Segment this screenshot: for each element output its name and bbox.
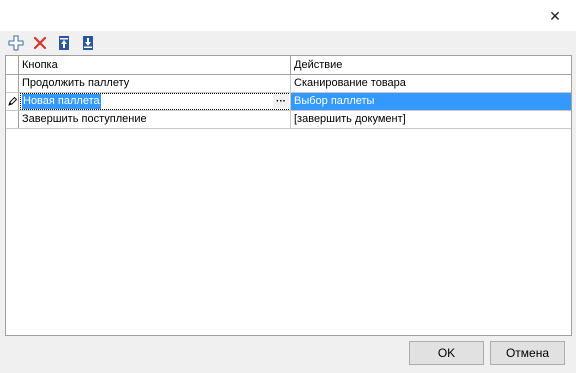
toolbar — [6, 33, 566, 53]
add-button[interactable] — [6, 33, 26, 53]
move-down-button[interactable] — [78, 33, 98, 53]
add-icon — [8, 35, 24, 51]
table-row[interactable]: Завершить поступление [завершить докумен… — [6, 111, 571, 129]
cell-button-editing[interactable]: Новая паллета ··· — [19, 93, 291, 110]
move-up-button[interactable] — [54, 33, 74, 53]
buttons-grid[interactable]: Кнопка Действие Продолжить паллету Скани… — [5, 55, 572, 336]
grid-header: Кнопка Действие — [6, 56, 571, 75]
delete-button[interactable] — [30, 33, 50, 53]
cell-button[interactable]: Продолжить паллету — [19, 75, 291, 92]
cell-action[interactable]: Выбор паллеты — [291, 93, 571, 110]
header-corner — [6, 56, 19, 74]
ellipsis-icon: ··· — [276, 95, 286, 107]
title-bar: ✕ — [0, 0, 576, 31]
row-header[interactable] — [6, 75, 19, 92]
table-row[interactable]: Продолжить паллету Сканирование товара — [6, 75, 571, 93]
row-header[interactable] — [6, 111, 19, 128]
pencil-icon — [7, 97, 17, 106]
ellipsis-button[interactable]: ··· — [273, 94, 289, 108]
close-button[interactable]: ✕ — [546, 7, 564, 25]
cell-action[interactable]: Сканирование товара — [291, 75, 571, 92]
delete-icon — [33, 36, 47, 50]
table-row[interactable]: Новая паллета ··· Выбор паллеты — [6, 93, 571, 111]
move-up-icon — [59, 36, 69, 50]
cell-button[interactable]: Завершить поступление — [19, 111, 291, 128]
ok-button[interactable]: OK — [409, 341, 484, 365]
close-icon: ✕ — [549, 7, 561, 24]
move-down-icon — [83, 36, 93, 50]
cell-editor-text[interactable]: Новая паллета — [22, 94, 101, 109]
cancel-button[interactable]: Отмена — [490, 341, 565, 365]
row-header[interactable] — [6, 93, 19, 110]
column-header-action[interactable]: Действие — [291, 56, 571, 74]
cell-editor[interactable]: Новая паллета — [20, 93, 289, 110]
cell-action[interactable]: [завершить документ] — [291, 111, 571, 128]
column-header-button[interactable]: Кнопка — [19, 56, 291, 74]
